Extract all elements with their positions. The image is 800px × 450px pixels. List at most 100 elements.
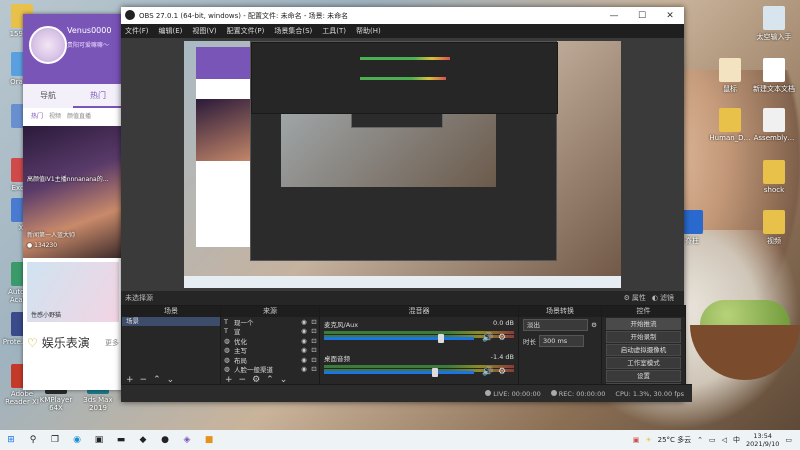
desktop-icon[interactable]: Human_D… bbox=[708, 108, 752, 142]
lock-icon[interactable]: ⊡ bbox=[309, 346, 319, 354]
minimize-button[interactable]: — bbox=[600, 11, 628, 21]
lock-icon[interactable]: ⊡ bbox=[309, 356, 319, 364]
obs-icon[interactable]: ● bbox=[158, 433, 172, 447]
speaker-icon[interactable]: 🔊 bbox=[482, 333, 493, 343]
start-recording-button[interactable]: 开始录制 bbox=[606, 331, 681, 343]
clock[interactable]: 13:54 2021/9/10 bbox=[746, 432, 779, 448]
app-icon[interactable]: ◆ bbox=[136, 433, 150, 447]
menu-file[interactable]: 文件(F) bbox=[125, 26, 149, 36]
studio-mode-button[interactable]: 工作室模式 bbox=[606, 357, 681, 369]
close-button[interactable]: ✕ bbox=[656, 11, 684, 21]
rec-icon bbox=[550, 389, 557, 396]
gear-icon[interactable]: ⚙ bbox=[498, 333, 506, 343]
chevron-up-icon[interactable]: ⌃ bbox=[697, 436, 703, 444]
virtual-camera-button[interactable]: 启动虚拟摄像机 bbox=[606, 344, 681, 356]
windows-start-icon[interactable]: ⊞ bbox=[4, 433, 18, 447]
duration-input[interactable]: 300 ms bbox=[539, 335, 584, 347]
task-view-icon[interactable]: ❐ bbox=[48, 433, 62, 447]
menu-profile[interactable]: 配置文件(P) bbox=[227, 26, 265, 36]
menu-help[interactable]: 帮助(H) bbox=[356, 26, 381, 36]
settings-button[interactable]: 设置 bbox=[606, 370, 681, 382]
scene-item[interactable]: 场景 bbox=[122, 317, 220, 326]
maximize-button[interactable]: ☐ bbox=[628, 11, 656, 21]
source-item[interactable]: ◍ 布局 ◉ ⊡ bbox=[221, 355, 319, 365]
taskbar: ⊞ ⚲ ❐ ◉ ▣ ▬ ◆ ● ◈ ■ ▣ ☀ 25°C 多云 ⌃ ▭ ◁ 中 … bbox=[0, 430, 800, 450]
eye-icon[interactable]: ◉ bbox=[299, 327, 309, 335]
store-icon[interactable]: ▣ bbox=[92, 433, 106, 447]
desktop-icon[interactable]: Assembly… bbox=[752, 108, 796, 142]
volume-slider[interactable] bbox=[324, 371, 474, 374]
nested-obs-window bbox=[250, 41, 558, 261]
tab-nav[interactable]: 导航 bbox=[23, 84, 73, 108]
source-item[interactable]: ◍ 优化 ◉ ⊡ bbox=[221, 336, 319, 346]
filters-button[interactable]: ◐ 滤镜 bbox=[652, 293, 674, 303]
speaker-icon[interactable]: 🔊 bbox=[482, 367, 493, 377]
preview-area[interactable] bbox=[121, 38, 684, 291]
heart-icon: ♡ bbox=[27, 335, 38, 350]
app-icon[interactable]: ◈ bbox=[180, 433, 194, 447]
desktop-icon[interactable]: shock bbox=[752, 160, 796, 194]
source-item[interactable]: ◍ 主写 ◉ ⊡ bbox=[221, 346, 319, 355]
tray-app-icon[interactable]: ▣ bbox=[633, 436, 640, 444]
desktop-icon[interactable]: 太空输入手 bbox=[752, 6, 796, 42]
menu-tools[interactable]: 工具(T) bbox=[322, 26, 346, 36]
eye-icon[interactable]: ◉ bbox=[299, 356, 309, 364]
rec-status: REC: 00:00:00 bbox=[550, 389, 605, 398]
desktop-icon[interactable]: 鼠标 bbox=[708, 58, 752, 94]
volume-slider[interactable] bbox=[324, 337, 474, 340]
app-icon[interactable]: ▬ bbox=[114, 433, 128, 447]
notification-icon[interactable]: ▭ bbox=[785, 436, 792, 444]
obs-statusbar: LIVE: 00:00:00 REC: 00:00:00 CPU: 1.3%, … bbox=[121, 384, 692, 402]
lock-icon[interactable]: ⊡ bbox=[309, 318, 319, 326]
subtab-hot[interactable]: 热门 bbox=[31, 108, 43, 126]
menu-scene-collection[interactable]: 场景集合(S) bbox=[274, 26, 312, 36]
more-link[interactable]: 更多 bbox=[105, 338, 119, 348]
start-streaming-button[interactable]: 开始推流 bbox=[606, 318, 681, 330]
tab-hot[interactable]: 热门 bbox=[73, 84, 123, 108]
volume-slider-handle[interactable] bbox=[432, 368, 438, 377]
search-icon[interactable]: ⚲ bbox=[26, 433, 40, 447]
lock-icon[interactable]: ⊡ bbox=[309, 337, 319, 345]
folder-icon bbox=[763, 210, 785, 234]
source-item[interactable]: T 宣 ◉ ⊡ bbox=[221, 327, 319, 336]
network-icon[interactable]: ▭ bbox=[709, 436, 716, 444]
properties-button[interactable]: ⚙ 属性 bbox=[624, 293, 646, 303]
lock-icon[interactable]: ⊡ bbox=[309, 327, 319, 335]
source-item[interactable]: T 现一个 ◉ ⊡ bbox=[221, 317, 319, 327]
live-thumbnail-card[interactable]: 性感小野猫 bbox=[27, 262, 119, 322]
desktop-icon-label: Assembly… bbox=[753, 134, 795, 142]
weather-text[interactable]: 25°C 多云 bbox=[658, 435, 692, 445]
menu-edit[interactable]: 编辑(E) bbox=[159, 26, 183, 36]
lock-icon[interactable]: ⊡ bbox=[309, 365, 319, 373]
eye-icon[interactable]: ◉ bbox=[299, 318, 309, 326]
dock-panels: 场景 场景 + − ⌃ ⌄ 来源 T 现一个 ◉ ⊡ T 宣 ◉ ⊡ ◍ 优化 ◉ ⊡ ◍ 主写 ◉ ⊡… bbox=[121, 305, 686, 395]
desktop-icon[interactable]: 新建文本文档 bbox=[752, 58, 796, 94]
subtab-video[interactable]: 视频 bbox=[49, 108, 61, 126]
subtab-beauty[interactable]: 颜值直播 bbox=[67, 108, 91, 126]
volume-icon[interactable]: ◁ bbox=[722, 436, 727, 444]
live-tabs: 导航 热门 bbox=[23, 84, 123, 108]
app-icon[interactable]: ■ bbox=[202, 433, 216, 447]
desktop-icon[interactable]: 视频 bbox=[752, 210, 796, 246]
entertainment-section: ♡ 娱乐表演 更多 bbox=[23, 326, 123, 359]
eye-icon[interactable]: ◉ bbox=[299, 346, 309, 354]
gear-icon[interactable]: ⚙ bbox=[498, 367, 506, 377]
eye-icon[interactable]: ◉ bbox=[299, 365, 309, 373]
desktop-icon-label: 3ds Max 2019 bbox=[83, 396, 113, 412]
eye-icon[interactable]: ◉ bbox=[299, 337, 309, 345]
filter-icon: ◐ bbox=[651, 294, 658, 302]
transition-select[interactable]: 淡出 bbox=[523, 319, 589, 331]
live-video-card[interactable]: 高颜值IV1主播nnnanana的… 新闻第一人蓝大帅 ● 134230 bbox=[23, 126, 123, 258]
edge-icon[interactable]: ◉ bbox=[70, 433, 84, 447]
source-item[interactable]: ◍ 人脸一般渠道 ◉ ⊡ bbox=[221, 365, 319, 374]
user-subtitle: 贵阳可爱嘛嘛～ bbox=[67, 42, 110, 49]
live-time: LIVE: 00:00:00 bbox=[493, 389, 541, 398]
live-app-window: Venus0000 贵阳可爱嘛嘛～ 导航 热门 热门 视频 颜值直播 高颜值IV… bbox=[23, 14, 123, 390]
gear-icon[interactable]: ⚙ bbox=[591, 321, 597, 329]
preview-canvas[interactable] bbox=[184, 41, 621, 288]
ime-indicator[interactable]: 中 bbox=[733, 435, 740, 445]
volume-slider-handle[interactable] bbox=[438, 334, 444, 343]
avatar[interactable] bbox=[29, 26, 67, 64]
menu-view[interactable]: 视图(V) bbox=[192, 26, 216, 36]
source-name: 现一个 bbox=[234, 318, 254, 327]
